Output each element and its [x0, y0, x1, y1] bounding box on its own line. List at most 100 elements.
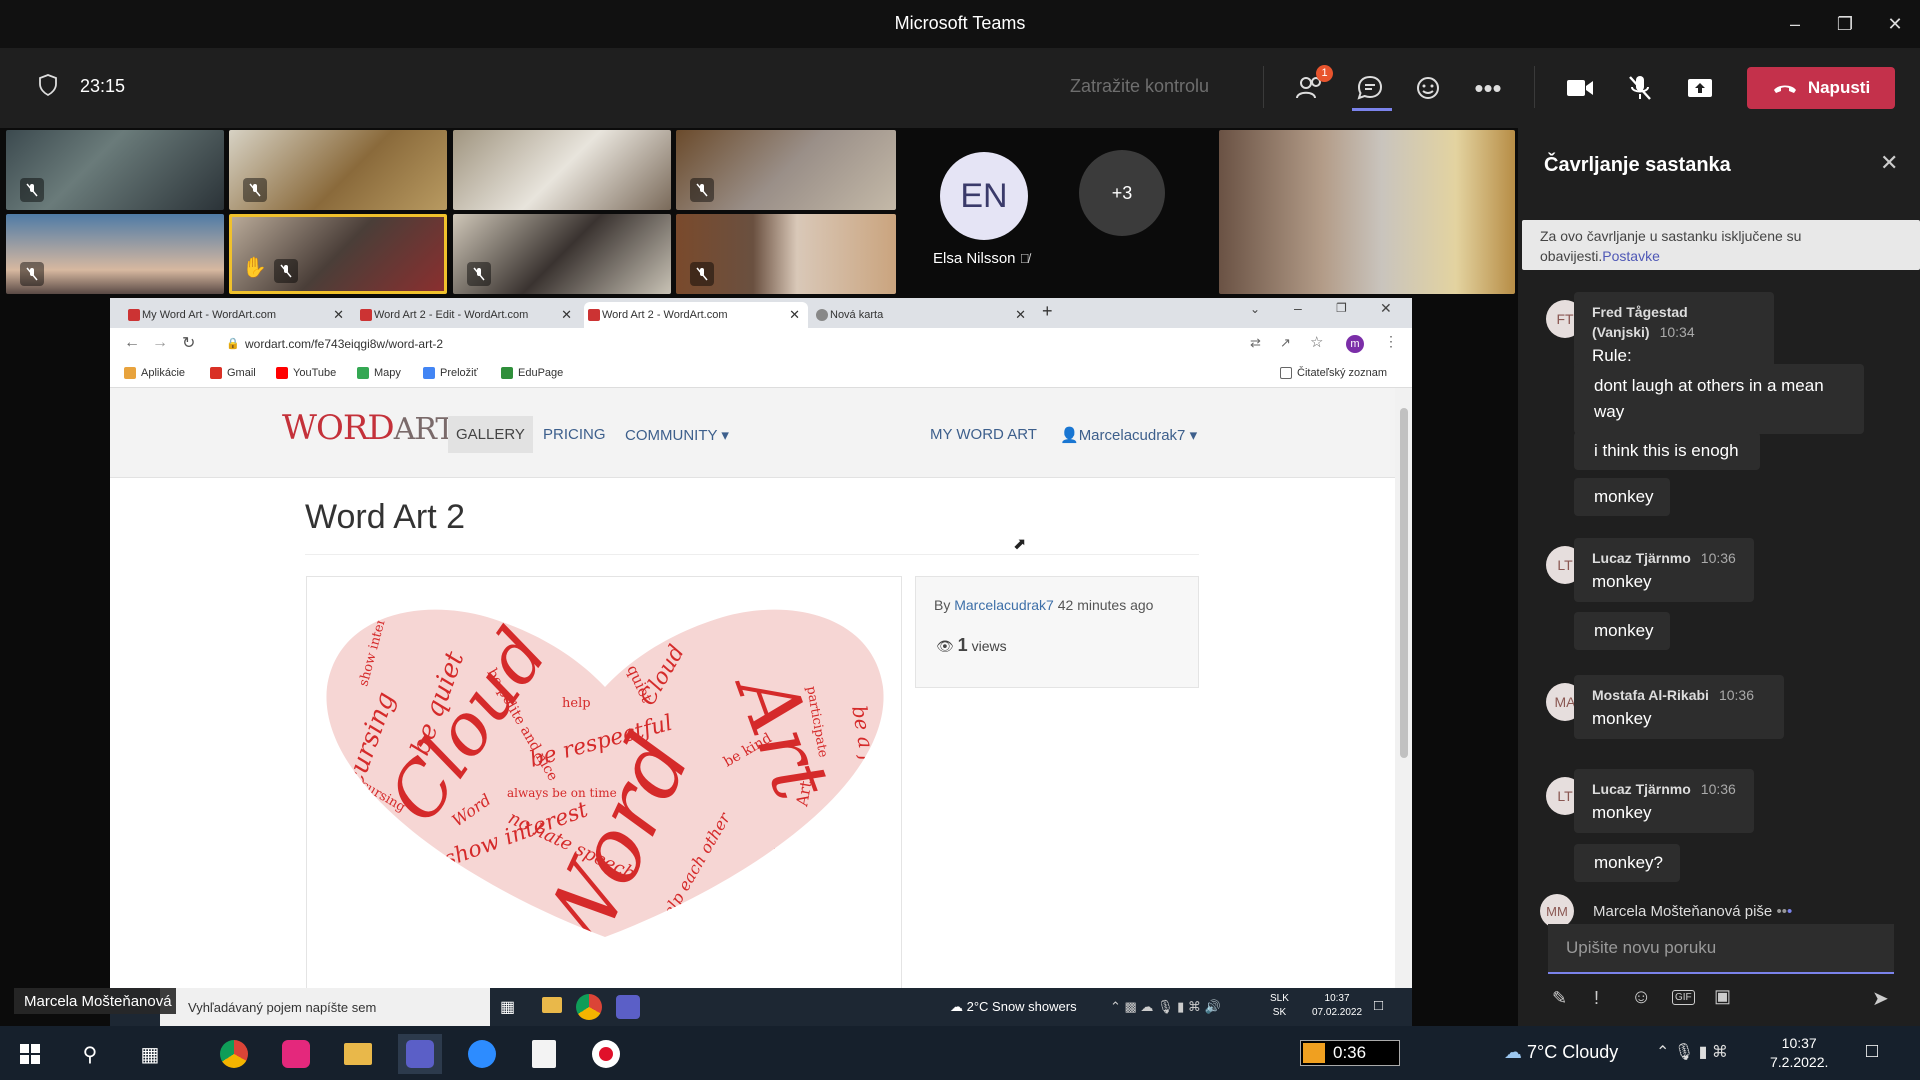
- address-bar[interactable]: ← → ↻ 🔒 wordart.com/fe743eiqgi8w/word-ar…: [110, 328, 1412, 360]
- task-view-icon[interactable]: ▦: [500, 997, 515, 1017]
- clock[interactable]: 10:37 7.2.2022.: [1770, 1034, 1828, 1072]
- author-link[interactable]: Marcelacudrak7: [954, 597, 1054, 613]
- sticker-icon[interactable]: ▣: [1714, 986, 1731, 1007]
- zoom-icon[interactable]: [460, 1034, 504, 1074]
- notifications-icon[interactable]: □: [1866, 1040, 1878, 1063]
- scrollbar-thumb[interactable]: [1400, 408, 1408, 758]
- restore-icon[interactable]: ❐: [1336, 301, 1347, 315]
- leave-button[interactable]: Napusti: [1747, 67, 1895, 109]
- share-icon[interactable]: ↗: [1280, 335, 1291, 351]
- emoji-icon[interactable]: ☺: [1631, 986, 1651, 1009]
- tray-icons[interactable]: ⌃ ▩ ☁ 🎙 ▮ ⌘ 🔊: [1110, 999, 1221, 1015]
- nav-gallery[interactable]: GALLERY: [448, 416, 533, 453]
- notifications-icon[interactable]: □: [1374, 997, 1383, 1014]
- teams-icon[interactable]: [616, 995, 640, 1019]
- video-tile[interactable]: [6, 214, 224, 294]
- wordart-logo[interactable]: WORDART: [282, 408, 455, 448]
- video-tile[interactable]: [6, 130, 224, 210]
- settings-link[interactable]: Postavke: [1602, 248, 1660, 264]
- send-icon[interactable]: ➤: [1872, 986, 1889, 1011]
- chrome-icon[interactable]: [576, 994, 602, 1020]
- menu-icon[interactable]: ⋮: [1384, 333, 1398, 350]
- heart-wordcloud: Cloud Word Art no cursing be quiet be po…: [326, 609, 884, 937]
- chat-message[interactable]: monkey?: [1574, 844, 1680, 882]
- bookmark-youtube[interactable]: YouTube: [276, 367, 336, 379]
- profile-avatar[interactable]: m: [1346, 335, 1364, 353]
- task-view-icon[interactable]: ▦: [128, 1034, 172, 1074]
- chrome-icon[interactable]: [212, 1034, 256, 1074]
- video-app-icon[interactable]: [274, 1034, 318, 1074]
- video-tile-large[interactable]: [1219, 130, 1515, 294]
- record-app-icon[interactable]: [584, 1034, 628, 1074]
- document-app-icon[interactable]: [522, 1034, 566, 1074]
- gif-icon[interactable]: GIF: [1672, 990, 1695, 1005]
- chevron-down-icon[interactable]: ⌄: [1250, 302, 1260, 316]
- bookmark-edupage[interactable]: EduPage: [501, 367, 563, 379]
- chat-message[interactable]: i think this is enogh: [1574, 432, 1760, 470]
- reload-icon[interactable]: ↻: [182, 333, 195, 353]
- bookmark-gmail[interactable]: Gmail: [210, 367, 256, 379]
- file-explorer-icon[interactable]: [336, 1034, 380, 1074]
- browser-tab[interactable]: Word Art 2 - Edit - WordArt.com ✕: [356, 302, 580, 328]
- search-icon[interactable]: ⚲: [68, 1034, 112, 1074]
- video-tile[interactable]: [676, 130, 896, 210]
- browser-tab[interactable]: My Word Art - WordArt.com ✕: [124, 302, 352, 328]
- video-tile[interactable]: [676, 214, 896, 294]
- weather-widget[interactable]: ☁ 2°C Snow showers: [950, 999, 1077, 1015]
- more-participants-button[interactable]: +3: [1079, 150, 1165, 236]
- mic-muted-icon[interactable]: [1622, 70, 1658, 106]
- chat-icon[interactable]: [1352, 70, 1388, 106]
- video-tile[interactable]: [229, 130, 447, 210]
- nav-my-word-art[interactable]: MY WORD ART: [930, 426, 1037, 443]
- video-tile-active[interactable]: ✋: [229, 214, 447, 294]
- teams-icon[interactable]: [398, 1034, 442, 1074]
- important-icon[interactable]: !: [1594, 988, 1599, 1009]
- browser-tab[interactable]: Nová karta ✕: [812, 302, 1034, 328]
- avatar[interactable]: EN: [940, 152, 1028, 240]
- shared-search-box[interactable]: Vyhľadávaný pojem napíšte sem: [160, 988, 490, 1026]
- restore-icon[interactable]: ❐: [1823, 6, 1867, 42]
- video-tile[interactable]: [453, 214, 671, 294]
- language-indicator[interactable]: SLK SK: [1270, 992, 1289, 1020]
- url-text[interactable]: wordart.com/fe743eiqgi8w/word-art-2: [245, 337, 443, 351]
- minimize-icon[interactable]: –: [1773, 6, 1817, 42]
- forward-icon[interactable]: →: [152, 334, 168, 352]
- reactions-icon[interactable]: [1410, 70, 1446, 106]
- camera-icon[interactable]: [1562, 70, 1598, 106]
- close-window-icon[interactable]: ✕: [1873, 6, 1917, 42]
- tray-icons[interactable]: ⌃ 🎙 ▮ ⌘: [1656, 1042, 1728, 1062]
- more-options-icon[interactable]: •••: [1470, 70, 1506, 106]
- bookmark-apps[interactable]: Aplikácie: [124, 367, 185, 379]
- star-icon[interactable]: ☆: [1310, 333, 1323, 351]
- nav-pricing[interactable]: PRICING: [543, 426, 606, 443]
- recording-timer[interactable]: 0:36: [1300, 1040, 1400, 1066]
- chat-message[interactable]: monkey: [1574, 612, 1670, 650]
- start-icon[interactable]: [8, 1034, 52, 1074]
- word-art-image[interactable]: Cloud Word Art no cursing be quiet be po…: [306, 576, 902, 988]
- nav-community[interactable]: COMMUNITY ▾: [625, 426, 729, 444]
- close-icon[interactable]: ✕: [1380, 300, 1392, 317]
- back-icon[interactable]: ←: [124, 334, 140, 352]
- format-icon[interactable]: ✎: [1552, 988, 1567, 1009]
- file-explorer-icon[interactable]: [542, 997, 562, 1013]
- message-compose-input[interactable]: Upišite novu poruku: [1548, 924, 1894, 974]
- chat-message[interactable]: monkey: [1574, 478, 1670, 516]
- close-icon[interactable]: ✕: [1880, 150, 1898, 176]
- video-tile[interactable]: [453, 130, 671, 210]
- chat-message[interactable]: dont laugh at others in a mean way: [1574, 364, 1864, 434]
- chat-message[interactable]: Mostafa Al-Rikabi 10:36 monkey: [1574, 675, 1784, 739]
- bookmark-translate[interactable]: Preložiť: [423, 367, 478, 379]
- chat-message[interactable]: Lucaz Tjärnmo 10:36 monkey: [1574, 538, 1754, 602]
- new-tab-icon[interactable]: +: [1042, 301, 1053, 322]
- user-menu[interactable]: 👤Marcelacudrak7 ▾: [1060, 426, 1197, 444]
- request-control-button[interactable]: Zatražite kontrolu: [1070, 76, 1209, 97]
- browser-tab-active[interactable]: Word Art 2 - WordArt.com ✕: [584, 302, 808, 328]
- bookmark-maps[interactable]: Mapy: [357, 367, 401, 379]
- minimize-icon[interactable]: –: [1294, 300, 1302, 316]
- chat-message[interactable]: Lucaz Tjärnmo 10:36 monkey: [1574, 769, 1754, 833]
- reading-list[interactable]: Čitateľský zoznam: [1280, 367, 1387, 379]
- share-screen-icon[interactable]: [1682, 70, 1718, 106]
- translate-icon[interactable]: ⇄: [1250, 335, 1261, 351]
- weather-widget[interactable]: ☁ 7°C Cloudy: [1504, 1042, 1618, 1063]
- shared-clock[interactable]: 10:37 07.02.2022: [1312, 992, 1362, 1020]
